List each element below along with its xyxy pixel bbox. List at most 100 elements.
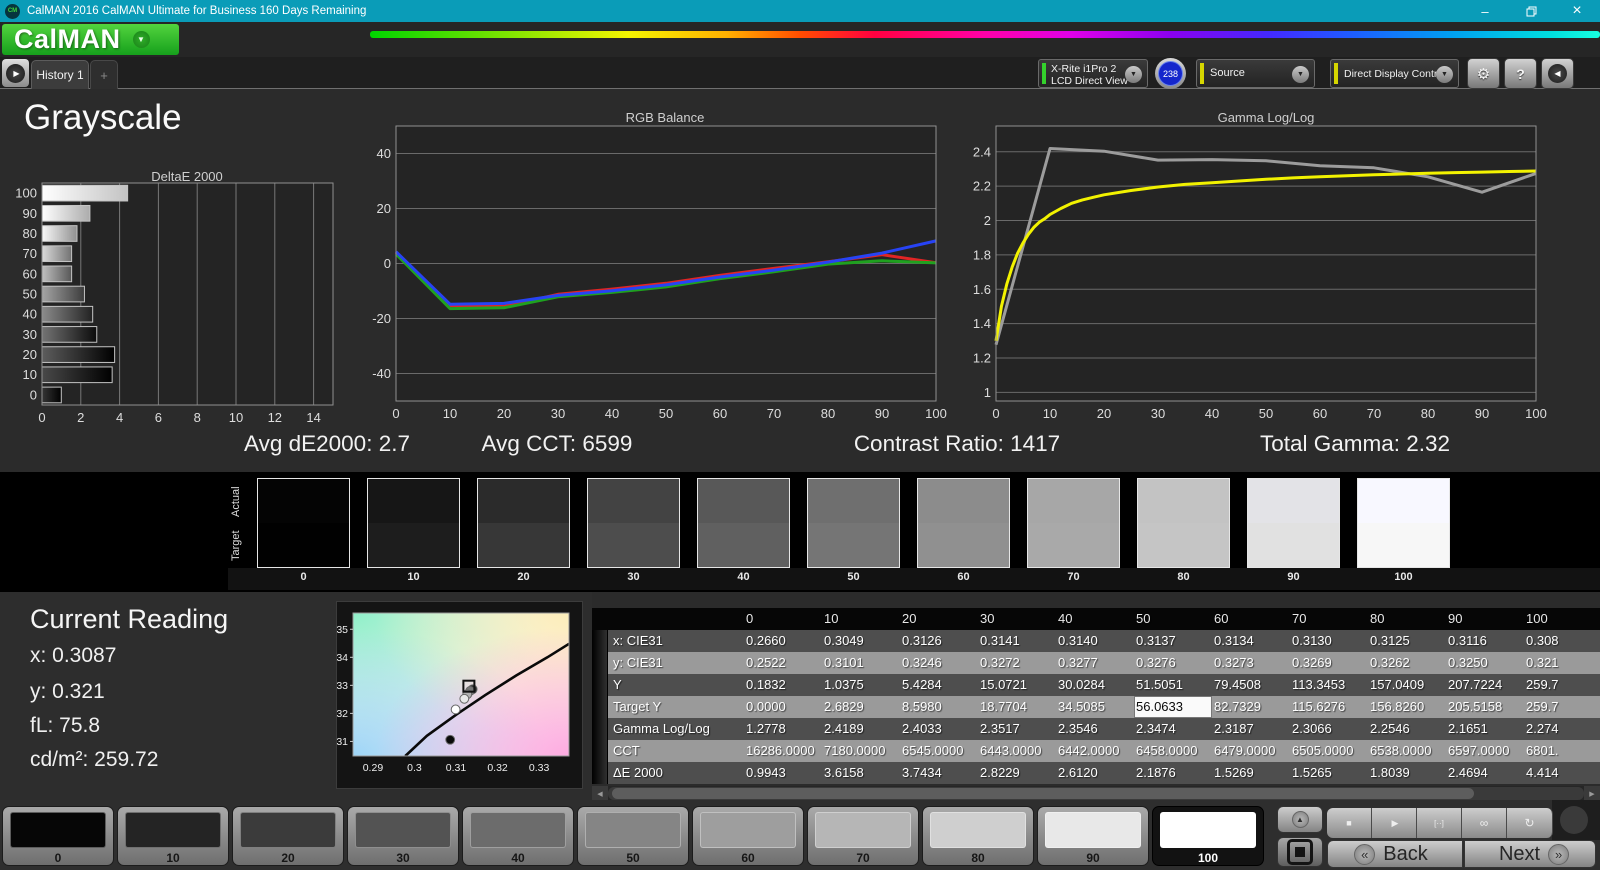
table-cell[interactable]: 0.1832 bbox=[744, 674, 822, 696]
table-cell[interactable]: 2.4694 bbox=[1446, 762, 1524, 784]
back-button[interactable]: « Back bbox=[1327, 840, 1463, 868]
table-cell[interactable]: 0.0000 bbox=[744, 696, 822, 718]
table-cell[interactable]: 0.3130 bbox=[1290, 630, 1368, 652]
patch-button-60[interactable]: 60 bbox=[692, 806, 804, 866]
table-cell[interactable]: 16286.0000 bbox=[744, 740, 822, 762]
table-cell[interactable]: 8.5980 bbox=[900, 696, 978, 718]
table-cell[interactable]: 0.3134 bbox=[1212, 630, 1290, 652]
table-cell[interactable]: 0.2522 bbox=[744, 652, 822, 674]
table-cell[interactable]: 0.9943 bbox=[744, 762, 822, 784]
meter-dropdown[interactable]: X-Rite i1Pro 2 LCD Direct View ▼ bbox=[1038, 59, 1148, 88]
table-cell[interactable]: 6597.0000 bbox=[1446, 740, 1524, 762]
patch-button-100[interactable]: 100 bbox=[1152, 806, 1264, 866]
table-cell[interactable]: 0.3126 bbox=[900, 630, 978, 652]
table-cell[interactable]: 2.4189 bbox=[822, 718, 900, 740]
table-cell[interactable]: 2.3517 bbox=[978, 718, 1056, 740]
table-cell[interactable]: 2.6120 bbox=[1056, 762, 1134, 784]
table-cell[interactable]: 1.8039 bbox=[1368, 762, 1446, 784]
table-cell[interactable]: 0.3101 bbox=[822, 652, 900, 674]
play-button[interactable]: ▶ bbox=[1372, 808, 1417, 838]
collapse-panel-button[interactable]: ◀ bbox=[1541, 58, 1574, 89]
scroll-left-icon[interactable]: ◀ bbox=[592, 786, 608, 801]
table-cell[interactable]: 30.0284 bbox=[1056, 674, 1134, 696]
chevron-down-icon[interactable]: ▼ bbox=[1125, 66, 1142, 83]
table-cell[interactable]: 4.414 bbox=[1524, 762, 1600, 784]
table-cell[interactable]: 1.5265 bbox=[1290, 762, 1368, 784]
table-cell[interactable]: 0.3273 bbox=[1212, 652, 1290, 674]
patch-button-40[interactable]: 40 bbox=[462, 806, 574, 866]
logo-dropdown-chevron-icon[interactable]: ▼ bbox=[132, 31, 150, 48]
patch-button-0[interactable]: 0 bbox=[2, 806, 114, 866]
patch-button-80[interactable]: 80 bbox=[922, 806, 1034, 866]
table-cell[interactable]: 6443.0000 bbox=[978, 740, 1056, 762]
help-button[interactable]: ? bbox=[1504, 58, 1537, 89]
tab-history-1[interactable]: History 1 bbox=[31, 60, 89, 89]
table-cell[interactable]: 18.7704 bbox=[978, 696, 1056, 718]
step-button[interactable]: [··] bbox=[1417, 808, 1462, 838]
table-cell[interactable]: 0.2660 bbox=[744, 630, 822, 652]
table-horizontal-scrollbar[interactable]: ◀ ▶ bbox=[592, 786, 1600, 801]
patch-button-90[interactable]: 90 bbox=[1037, 806, 1149, 866]
table-cell[interactable]: 79.4508 bbox=[1212, 674, 1290, 696]
patch-window-up-button[interactable]: ▲ bbox=[1277, 806, 1323, 833]
table-cell[interactable]: 0.308 bbox=[1524, 630, 1600, 652]
table-cell[interactable]: 0.3125 bbox=[1368, 630, 1446, 652]
table-cell[interactable]: 2.3187 bbox=[1212, 718, 1290, 740]
table-cell[interactable]: 0.3277 bbox=[1056, 652, 1134, 674]
table-cell[interactable]: 2.3474 bbox=[1134, 718, 1212, 740]
table-cell[interactable]: 6538.0000 bbox=[1368, 740, 1446, 762]
repeat-button[interactable]: ↻ bbox=[1507, 808, 1553, 838]
table-cell[interactable]: 3.7434 bbox=[900, 762, 978, 784]
table-cell[interactable]: 2.3066 bbox=[1290, 718, 1368, 740]
settings-button[interactable]: ⚙ bbox=[1467, 58, 1500, 89]
table-cell[interactable]: 6479.0000 bbox=[1212, 740, 1290, 762]
table-cell[interactable]: 205.5158 bbox=[1446, 696, 1524, 718]
table-cell[interactable]: 6458.0000 bbox=[1134, 740, 1212, 762]
table-cell[interactable]: 156.8260 bbox=[1368, 696, 1446, 718]
table-cell[interactable]: 2.4033 bbox=[900, 718, 978, 740]
table-cell[interactable]: 113.3453 bbox=[1290, 674, 1368, 696]
minimize-button[interactable]: – bbox=[1462, 0, 1508, 22]
table-cell[interactable]: 34.5085 bbox=[1056, 696, 1134, 718]
table-cell[interactable]: 1.2778 bbox=[744, 718, 822, 740]
restore-button[interactable] bbox=[1508, 0, 1554, 22]
source-dropdown[interactable]: Source ▼ bbox=[1196, 59, 1315, 88]
table-cell[interactable]: 0.3246 bbox=[900, 652, 978, 674]
table-cell[interactable]: 115.6276 bbox=[1290, 696, 1368, 718]
table-cell[interactable]: 2.8229 bbox=[978, 762, 1056, 784]
table-cell[interactable]: 2.3546 bbox=[1056, 718, 1134, 740]
table-cell[interactable]: 15.0721 bbox=[978, 674, 1056, 696]
chevron-down-icon[interactable]: ▼ bbox=[1436, 66, 1453, 83]
table-cell[interactable]: 5.4284 bbox=[900, 674, 978, 696]
patch-button-30[interactable]: 30 bbox=[347, 806, 459, 866]
scroll-right-icon[interactable]: ▶ bbox=[1584, 786, 1600, 801]
table-cell[interactable]: 2.274 bbox=[1524, 718, 1600, 740]
table-cell[interactable]: 0.321 bbox=[1524, 652, 1600, 674]
table-cell[interactable]: 0.3116 bbox=[1446, 630, 1524, 652]
table-cell[interactable]: 157.0409 bbox=[1368, 674, 1446, 696]
continuous-button[interactable]: ∞ bbox=[1462, 808, 1507, 838]
table-cell[interactable]: 0.3276 bbox=[1134, 652, 1212, 674]
reading-badge[interactable]: 238 bbox=[1155, 58, 1186, 89]
stop-button[interactable]: ■ bbox=[1327, 808, 1372, 838]
table-cell[interactable]: 0.3141 bbox=[978, 630, 1056, 652]
patch-button-20[interactable]: 20 bbox=[232, 806, 344, 866]
calman-logo-button[interactable]: CalMAN ▼ bbox=[2, 24, 179, 55]
table-cell[interactable]: 2.1651 bbox=[1446, 718, 1524, 740]
table-cell[interactable]: 259.7 bbox=[1524, 696, 1600, 718]
table-cell[interactable]: 6442.0000 bbox=[1056, 740, 1134, 762]
table-cell[interactable]: 6505.0000 bbox=[1290, 740, 1368, 762]
display-control-dropdown[interactable]: Direct Display Control ▼ bbox=[1330, 59, 1459, 88]
table-cell[interactable]: 2.6829 bbox=[822, 696, 900, 718]
patch-button-70[interactable]: 70 bbox=[807, 806, 919, 866]
next-button[interactable]: Next » bbox=[1464, 840, 1596, 868]
chevron-down-icon[interactable]: ▼ bbox=[1292, 66, 1309, 83]
table-cell[interactable]: 0.3137 bbox=[1134, 630, 1212, 652]
table-cell[interactable]: 1.0375 bbox=[822, 674, 900, 696]
table-cell[interactable]: 7180.0000 bbox=[822, 740, 900, 762]
patch-button-10[interactable]: 10 bbox=[117, 806, 229, 866]
patch-window-button[interactable] bbox=[1277, 837, 1323, 867]
table-cell[interactable]: 0.3269 bbox=[1290, 652, 1368, 674]
layout-nav-button[interactable]: ▶ bbox=[2, 59, 29, 87]
table-cell[interactable]: 0.3262 bbox=[1368, 652, 1446, 674]
